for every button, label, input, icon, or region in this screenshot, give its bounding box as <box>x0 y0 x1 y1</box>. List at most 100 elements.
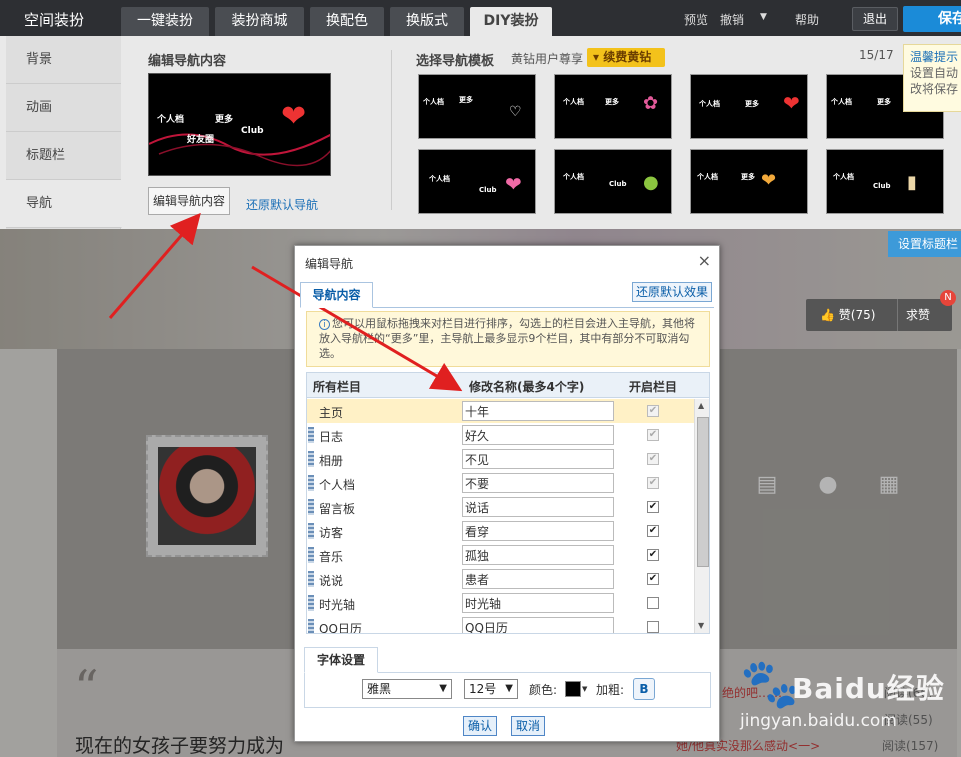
cancel-button[interactable]: 取消 <box>511 716 545 736</box>
drag-handle-icon[interactable] <box>308 499 314 515</box>
rename-input[interactable] <box>462 593 614 613</box>
drag-handle-icon[interactable] <box>308 523 314 539</box>
preview-nav-item: 好友圈 <box>187 135 215 145</box>
table-row[interactable]: 说说 ✔ <box>307 567 694 591</box>
table-row[interactable]: 时光轴 <box>307 591 694 615</box>
title-setting-button[interactable]: 设置标题栏 <box>888 231 961 257</box>
ask-like-button[interactable]: 求赞 <box>906 299 930 331</box>
enable-checkbox[interactable] <box>647 621 659 633</box>
drag-handle-icon[interactable] <box>308 619 314 633</box>
drag-handle-icon[interactable] <box>308 451 314 467</box>
sidebar-item-nav[interactable]: 导航 <box>6 180 122 228</box>
rename-input[interactable] <box>462 449 614 469</box>
table-row[interactable]: 相册 ✔ <box>307 447 694 471</box>
table-row[interactable]: 留言板 ✔ <box>307 495 694 519</box>
nav-template-thumb[interactable]: 个人档 更多 ❤ <box>690 149 808 214</box>
sidebar-item-background[interactable]: 背景 <box>6 36 121 84</box>
top-bar: 空间装扮 一键装扮 装扮商城 换配色 换版式 DIY装扮 预览 撤销 ▼ 帮助 … <box>0 0 961 36</box>
table-scrollbar[interactable]: ▲ ▼ <box>694 399 709 633</box>
font-size-select[interactable]: 12号 ▼ <box>464 679 518 699</box>
nav-template-thumb[interactable]: 个人档更多 ✿ <box>554 74 672 139</box>
table-row[interactable]: 音乐 ✔ <box>307 543 694 567</box>
nav-template-thumb[interactable]: 个人档 更多 ❤ <box>690 74 808 139</box>
enable-checkbox: ✔ <box>647 477 659 489</box>
nav-template-thumb[interactable]: 个人档 Club ● <box>554 149 672 214</box>
tab-mall[interactable]: 装扮商城 <box>215 7 304 36</box>
undo-link[interactable]: 撤销 <box>720 11 744 28</box>
rename-input[interactable] <box>462 521 614 541</box>
enable-checkbox[interactable]: ✔ <box>647 525 659 537</box>
table-row[interactable]: QQ日历 <box>307 615 694 633</box>
paw-icon: 🐾 <box>740 656 800 712</box>
drag-handle-icon[interactable] <box>308 427 314 443</box>
tab-nav-content[interactable]: 导航内容 <box>300 282 373 308</box>
font-size-value: 12号 <box>469 682 497 696</box>
bold-button[interactable]: B <box>633 678 655 700</box>
col-rename: 修改名称(最多4个字) <box>469 380 585 394</box>
rename-input[interactable] <box>462 425 614 445</box>
row-name: 日志 <box>319 430 344 444</box>
sidebar-item-animation[interactable]: 动画 <box>6 84 121 132</box>
color-label: 颜色: <box>529 683 558 697</box>
rename-input[interactable] <box>462 473 614 493</box>
page-indicator: 15/17 <box>859 48 894 62</box>
rename-input[interactable] <box>462 617 614 633</box>
restore-default-button[interactable]: 还原默认效果 <box>632 282 712 302</box>
watermark-url: jingyan.baidu.com <box>740 711 897 731</box>
row-name: 音乐 <box>319 550 344 564</box>
rename-input[interactable] <box>462 497 614 517</box>
slipper-icon: ▮ <box>907 172 917 193</box>
divider <box>391 50 392 210</box>
rename-input[interactable] <box>462 401 614 421</box>
drag-handle-icon[interactable] <box>308 547 314 563</box>
heart-icon: ❤ <box>281 99 307 134</box>
heart-icon: ♡ <box>509 104 522 120</box>
confirm-button[interactable]: 确认 <box>463 716 497 736</box>
scrollbar-thumb[interactable] <box>697 417 709 567</box>
table-row[interactable]: 主页 ✔ <box>307 399 694 423</box>
dialog-title: 编辑导航 <box>305 257 354 271</box>
nav-template-thumb[interactable]: 个人档 更多 ♡ <box>418 74 536 139</box>
table-row[interactable]: 个人档 ✔ <box>307 471 694 495</box>
exit-button[interactable]: 退出 <box>852 7 898 31</box>
tab-layout[interactable]: 换版式 <box>390 7 464 36</box>
tab-diy[interactable]: DIY装扮 <box>470 7 552 36</box>
color-picker[interactable] <box>565 681 581 697</box>
drag-handle-icon[interactable] <box>308 571 314 587</box>
tab-font-settings[interactable]: 字体设置 <box>304 647 378 673</box>
drag-handle-icon[interactable] <box>308 475 314 491</box>
table-row[interactable]: 日志 ✔ <box>307 423 694 447</box>
chevron-down-icon[interactable]: ▼ <box>582 685 587 693</box>
edit-nav-button[interactable]: 编辑导航内容 <box>148 187 230 215</box>
enable-checkbox[interactable]: ✔ <box>647 573 659 585</box>
tab-one-click[interactable]: 一键装扮 <box>121 7 209 36</box>
font-family-select[interactable]: 雅黑 ▼ <box>362 679 452 699</box>
save-button[interactable]: 保存 <box>903 6 961 32</box>
help-link[interactable]: 帮助 <box>795 11 819 28</box>
heart-icon: ❤ <box>761 170 777 191</box>
edit-nav-dialog: 编辑导航 × 导航内容 还原默认效果 i 您可以用鼠标拖拽来对栏目进行排序，勾选上… <box>294 245 720 742</box>
rename-input[interactable] <box>462 569 614 589</box>
sidebar-item-titlebar[interactable]: 标题栏 <box>6 132 121 180</box>
preview-link[interactable]: 预览 <box>684 11 708 28</box>
vip-text: 黄钻用户尊享 <box>511 52 584 66</box>
close-icon[interactable]: × <box>698 251 711 270</box>
enable-checkbox[interactable]: ✔ <box>647 549 659 561</box>
drag-handle-icon[interactable] <box>308 595 314 611</box>
undo-dropdown-icon[interactable]: ▼ <box>760 12 767 22</box>
rename-input[interactable] <box>462 545 614 565</box>
enable-checkbox[interactable] <box>647 597 659 609</box>
scroll-down-icon[interactable]: ▼ <box>698 621 704 630</box>
restore-default-nav-link[interactable]: 还原默认导航 <box>246 196 318 213</box>
chevron-down-icon: ▼ <box>439 683 447 694</box>
scroll-up-icon[interactable]: ▲ <box>698 401 704 410</box>
nav-template-thumb[interactable]: 个人档 Club ▮ <box>826 149 944 214</box>
like-button[interactable]: 👍 赞(75) <box>806 299 898 331</box>
enable-checkbox: ✔ <box>647 405 659 417</box>
enable-checkbox[interactable]: ✔ <box>647 501 659 513</box>
nav-template-thumb[interactable]: 个人档 Club ❤ <box>418 149 536 214</box>
tab-color[interactable]: 换配色 <box>310 7 384 36</box>
table-row[interactable]: 访客 ✔ <box>307 519 694 543</box>
renew-vip-button[interactable]: ▾ 续费黄钻 <box>587 48 665 67</box>
row-name: 访客 <box>319 526 344 540</box>
